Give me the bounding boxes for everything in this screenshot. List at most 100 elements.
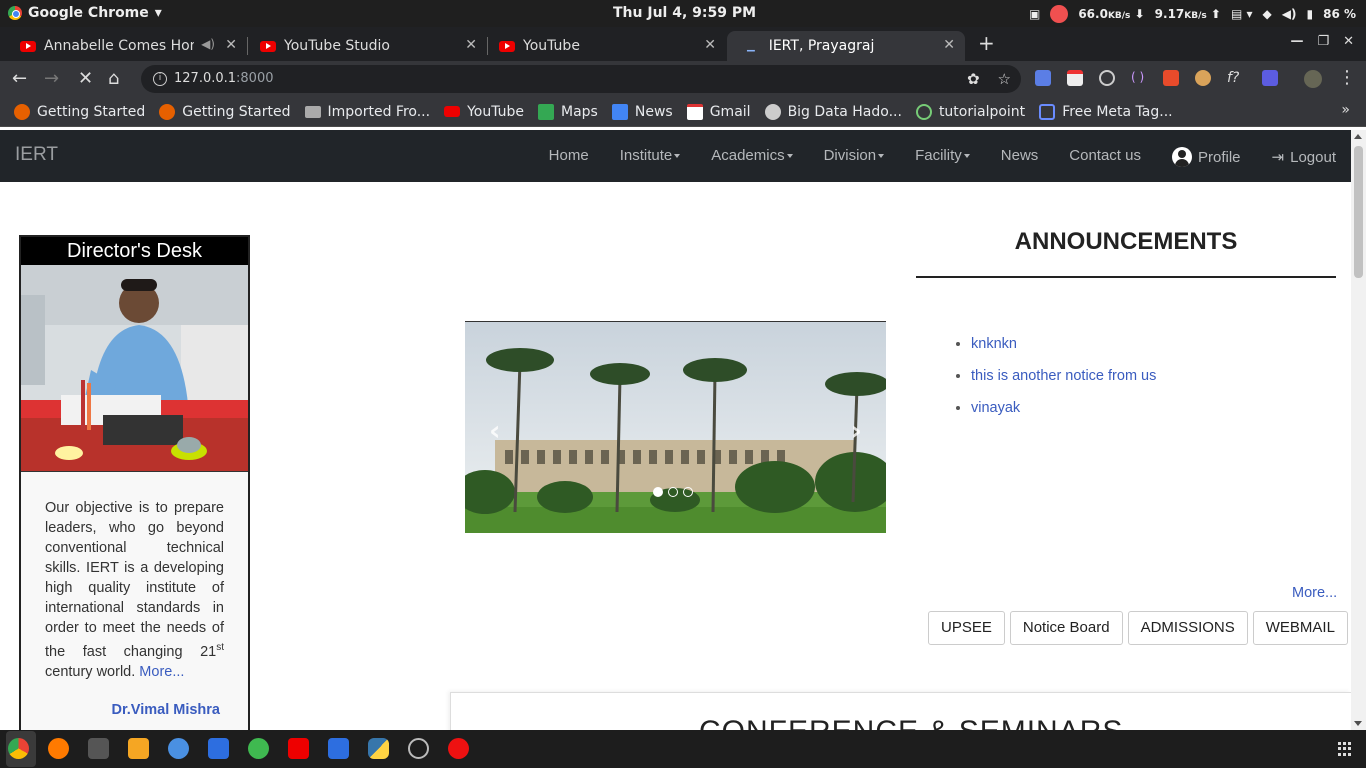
bookmark-label: Getting Started: [182, 103, 291, 120]
youtube-app-icon[interactable]: [288, 738, 309, 759]
bookmark-folder[interactable]: Imported Fro...: [304, 104, 430, 120]
kebab-menu-icon[interactable]: ⋮: [1338, 67, 1356, 88]
color-picker-extension-icon[interactable]: [1262, 70, 1278, 86]
cookie-extension-icon[interactable]: [1195, 70, 1211, 86]
firefox-app-icon[interactable]: [48, 738, 69, 759]
close-window-icon[interactable]: ✕: [1343, 34, 1354, 49]
announcement-item[interactable]: knknkn: [971, 336, 1156, 352]
bookmark-item[interactable]: YouTube: [444, 104, 524, 120]
bookmark-item[interactable]: Big Data Hado...: [764, 103, 902, 120]
net-down: 66.0KB/s ⬇: [1078, 7, 1145, 21]
nav-logout[interactable]: ⇥ Logout: [1272, 147, 1336, 167]
app-grid-icon[interactable]: [1338, 742, 1352, 756]
tutorial-extension-icon[interactable]: [1163, 70, 1179, 86]
clock-app-icon[interactable]: [408, 738, 429, 759]
restore-icon[interactable]: ❐: [1317, 34, 1329, 49]
omnibox-icons: ✿ ☆: [967, 65, 1011, 93]
carousel-indicator[interactable]: [683, 487, 693, 497]
nav-academics-label: Academics: [711, 147, 785, 164]
network-app-icon[interactable]: [248, 738, 269, 759]
director-name[interactable]: Dr.Vimal Mishra: [21, 682, 248, 718]
upsee-button[interactable]: UPSEE: [928, 611, 1005, 645]
avatar[interactable]: [1304, 70, 1322, 88]
bookmark-item[interactable]: tutorialpoint: [915, 103, 1025, 120]
forward-arrow-icon[interactable]: →: [44, 68, 59, 89]
announcements-more-link[interactable]: More...: [1292, 585, 1337, 601]
battery-icon[interactable]: ▮: [1306, 7, 1313, 21]
tab-youtube[interactable]: YouTube ✕: [479, 31, 726, 61]
volume-icon[interactable]: ◀): [1282, 7, 1297, 21]
notice-board-button[interactable]: Notice Board: [1009, 611, 1123, 645]
director-more-link[interactable]: More...: [139, 664, 184, 680]
browser-app-icon[interactable]: [168, 738, 189, 759]
close-tab-icon[interactable]: ✕: [704, 37, 716, 53]
close-tab-icon[interactable]: ✕: [465, 37, 477, 53]
block-extension-icon[interactable]: [1099, 70, 1115, 86]
bookmark-star-icon[interactable]: ☆: [998, 65, 1011, 93]
bookmark-item[interactable]: Free Meta Tag...: [1039, 103, 1173, 120]
nav-contact[interactable]: Contact us: [1069, 147, 1141, 167]
screenshot-icon[interactable]: ▣: [1029, 7, 1040, 21]
nav-profile[interactable]: Profile: [1172, 147, 1241, 167]
address-bar[interactable]: i 127.0.0.1:8000 ✿ ☆: [141, 65, 1021, 93]
formula-extension-icon[interactable]: f?: [1227, 70, 1243, 86]
folder-icon: [304, 105, 321, 118]
files-app-icon[interactable]: [208, 738, 229, 759]
tab-iert[interactable]: ▁ IERT, Prayagraj ✕: [727, 31, 965, 61]
carousel-indicator[interactable]: [668, 487, 678, 497]
app-menu[interactable]: Google Chrome ▾: [8, 5, 162, 21]
carousel-indicator[interactable]: [653, 487, 663, 497]
page-scrollbar[interactable]: [1351, 130, 1366, 730]
chrome-app-icon[interactable]: [8, 738, 29, 759]
wifi-icon[interactable]: ◆: [1263, 7, 1272, 21]
nav-facility-dropdown[interactable]: Facility: [915, 147, 970, 167]
close-tab-icon[interactable]: ✕: [225, 37, 237, 53]
bookmark-item[interactable]: Getting Started: [14, 103, 145, 120]
bookmark-item[interactable]: Gmail: [686, 103, 751, 120]
stop-loading-icon[interactable]: ✕: [78, 68, 93, 89]
announcement-item[interactable]: this is another notice from us: [971, 368, 1156, 384]
net-down-unit: KB/s: [1107, 11, 1131, 21]
globe-icon: [764, 103, 781, 120]
scroll-up-arrow[interactable]: [1354, 134, 1362, 139]
carousel-prev-arrow[interactable]: ‹: [489, 414, 501, 447]
youtube-music-app-icon[interactable]: [448, 738, 469, 759]
video-player-app-icon[interactable]: [128, 738, 149, 759]
announcement-item[interactable]: vinayak: [971, 400, 1156, 416]
notes-extension-icon[interactable]: [1067, 70, 1083, 86]
audio-playing-icon[interactable]: ◀): [201, 37, 215, 51]
record-icon[interactable]: [1050, 5, 1069, 23]
system-tray[interactable]: ▣ 66.0KB/s ⬇ 9.17KB/s ⬆ ▤ ▾ ◆ ◀) ▮ 86 %: [1029, 5, 1356, 23]
nav-division-dropdown[interactable]: Division: [824, 147, 885, 167]
scroll-down-arrow[interactable]: [1354, 721, 1362, 726]
terminal-app-icon[interactable]: [88, 738, 109, 759]
back-arrow-icon[interactable]: ←: [12, 68, 27, 89]
site-brand[interactable]: IERT: [15, 144, 58, 166]
carousel-next-arrow[interactable]: ›: [850, 414, 862, 447]
more-bookmarks-icon[interactable]: »: [1341, 102, 1350, 118]
nav-academics-dropdown[interactable]: Academics: [711, 147, 792, 167]
nav-institute-dropdown[interactable]: Institute: [620, 147, 681, 167]
tab-annabelle[interactable]: Annabelle Comes Hom ◀) ✕: [0, 31, 248, 61]
info-icon[interactable]: i: [153, 72, 167, 86]
close-tab-icon[interactable]: ✕: [943, 37, 955, 53]
clock[interactable]: Thu Jul 4, 9:59 PM: [613, 5, 756, 21]
clipboard-icon[interactable]: ▤ ▾: [1231, 7, 1253, 21]
python-app-icon[interactable]: [368, 738, 389, 759]
bookmark-item[interactable]: News: [611, 103, 673, 120]
scrollbar-thumb[interactable]: [1354, 146, 1363, 278]
docs-app-icon[interactable]: [328, 738, 349, 759]
cookie-icon[interactable]: ✿: [967, 65, 980, 93]
translate-extension-icon[interactable]: [1035, 70, 1051, 86]
nav-home[interactable]: Home: [549, 147, 589, 167]
tab-youtube-studio[interactable]: YouTube Studio ✕: [240, 31, 488, 61]
bookmark-item[interactable]: Getting Started: [159, 103, 291, 120]
webmail-button[interactable]: WEBMAIL: [1252, 611, 1348, 645]
new-tab-button[interactable]: +: [978, 31, 995, 55]
admissions-button[interactable]: ADMISSIONS: [1127, 611, 1248, 645]
bracket-extension-icon[interactable]: ( ): [1131, 70, 1147, 86]
minimize-icon[interactable]: —: [1290, 34, 1303, 49]
nav-news[interactable]: News: [1001, 147, 1039, 167]
home-icon[interactable]: ⌂: [108, 68, 119, 89]
bookmark-item[interactable]: Maps: [538, 103, 598, 120]
